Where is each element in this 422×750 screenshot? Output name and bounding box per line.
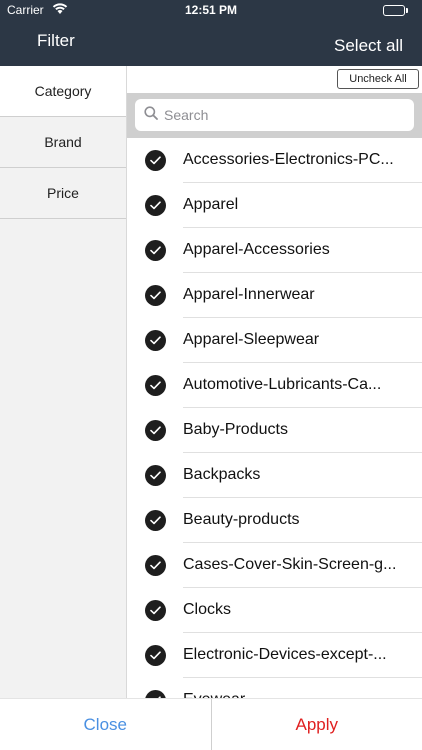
checkmark-icon: [145, 465, 166, 486]
list-item-label: Eyewear: [183, 691, 403, 698]
list-item-label: Clocks: [183, 601, 232, 618]
list-item-label: Apparel-Sleepwear: [183, 331, 320, 348]
checkmark-icon: [145, 510, 166, 531]
checkmark-icon: [145, 285, 166, 306]
clock: 12:51 PM: [184, 3, 238, 17]
page-title: Filter: [37, 31, 75, 50]
list-item-label: Accessories-Electronics-PC...: [183, 151, 394, 168]
uncheck-row: Uncheck All: [127, 66, 422, 93]
list-item[interactable]: Beauty-products: [127, 498, 422, 543]
checkmark-icon: [145, 150, 166, 171]
list-item[interactable]: Automotive-Lubricants-Ca...: [127, 363, 422, 408]
sidebar-item-price[interactable]: Price: [0, 168, 126, 219]
sidebar-item-label: Brand: [44, 134, 82, 150]
sidebar-item-brand[interactable]: Brand: [0, 117, 126, 168]
bottom-action-bar: Close Apply: [0, 698, 422, 750]
battery-icon: [383, 5, 405, 16]
battery-tip: [406, 8, 408, 13]
list-item[interactable]: Apparel-Accessories: [127, 228, 422, 273]
checkmark-icon: [145, 645, 166, 666]
checkmark-icon: [145, 330, 166, 351]
search-input[interactable]: [164, 107, 394, 123]
filter-sidebar: Category Brand Price: [0, 66, 127, 698]
list-item[interactable]: Accessories-Electronics-PC...: [127, 138, 422, 183]
list-item-label: Apparel-Innerwear: [183, 286, 315, 303]
search-box[interactable]: [135, 99, 414, 131]
list-item-label: Electronic-Devices-except-...: [183, 646, 387, 663]
list-item-label: Cases-Cover-Skin-Screen-g...: [183, 556, 397, 573]
list-item[interactable]: Backpacks: [127, 453, 422, 498]
search-icon: [144, 105, 158, 125]
list-item[interactable]: Cases-Cover-Skin-Screen-g...: [127, 543, 422, 588]
checkmark-icon: [145, 555, 166, 576]
filter-options-panel: Uncheck All Accessories-Electronics-PC..…: [127, 66, 422, 698]
list-item[interactable]: Electronic-Devices-except-...: [127, 633, 422, 678]
select-all-button[interactable]: Select all: [334, 36, 403, 56]
sidebar-item-category[interactable]: Category: [0, 66, 126, 117]
close-button[interactable]: Close: [0, 699, 212, 750]
sidebar-item-label: Category: [34, 83, 92, 99]
checkmark-icon: [145, 195, 166, 216]
checkmark-icon: [145, 690, 166, 698]
list-item[interactable]: Eyewear: [127, 678, 422, 698]
list-item[interactable]: Apparel-Sleepwear: [127, 318, 422, 363]
list-item[interactable]: Baby-Products: [127, 408, 422, 453]
list-item[interactable]: Apparel-Innerwear: [127, 273, 422, 318]
checkmark-icon: [145, 420, 166, 441]
search-bar: [127, 93, 422, 138]
option-list: Accessories-Electronics-PC... Apparel Appa…: [127, 138, 422, 698]
list-item-label: Baby-Products: [183, 421, 288, 438]
list-item-label: Beauty-products: [183, 511, 300, 528]
sidebar-item-label: Price: [47, 185, 79, 201]
checkmark-icon: [145, 240, 166, 261]
list-item-label: Apparel: [183, 196, 239, 213]
uncheck-all-button[interactable]: Uncheck All: [337, 69, 419, 89]
checkmark-icon: [145, 600, 166, 621]
nav-bar: Filter Select all: [0, 20, 422, 66]
status-bar: Carrier 12:51 PM: [0, 0, 422, 20]
list-item[interactable]: Clocks: [127, 588, 422, 633]
list-item-label: Automotive-Lubricants-Ca...: [183, 376, 382, 393]
list-item-label: Apparel-Accessories: [183, 241, 330, 258]
checkmark-icon: [145, 375, 166, 396]
list-item-label: Backpacks: [183, 466, 261, 483]
list-item[interactable]: Apparel: [127, 183, 422, 228]
apply-button[interactable]: Apply: [212, 699, 422, 750]
